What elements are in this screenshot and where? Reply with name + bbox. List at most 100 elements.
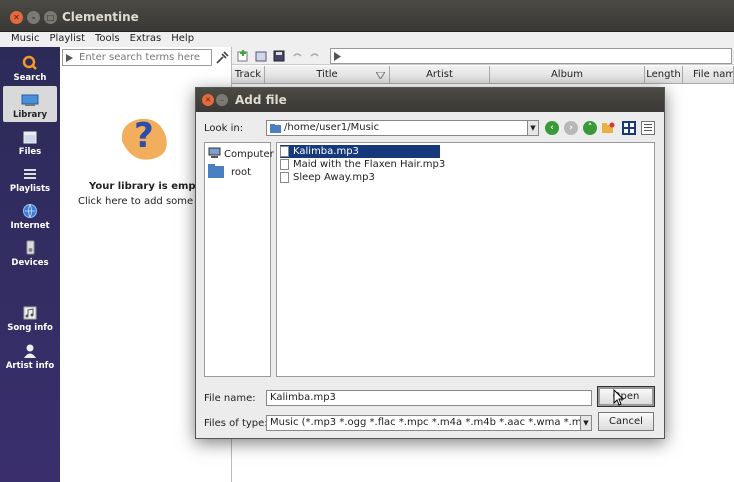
menu-bar: Music Playlist Tools Extras Help [0,32,734,46]
column-length[interactable]: Length [645,66,683,83]
look-in-label: Look in: [204,123,244,134]
globe-icon [21,203,39,219]
cancel-button[interactable]: Cancel [598,412,654,431]
detail-view-icon[interactable] [641,121,655,135]
library-search-input[interactable]: Enter search terms here [62,49,212,66]
sidebar-item-label: Artist info [5,361,55,371]
redo-icon[interactable] [308,49,322,63]
files-of-type-value: Music (*.mp3 *.ogg *.flac *.mpc *.m4a *.… [270,417,592,428]
sidebar-item-playlists[interactable]: Playlists [3,160,57,196]
add-file-dialog: ✕ – Add file Look in: /home/user1/Music … [195,87,665,439]
file-icon [280,159,289,170]
playlists-icon [21,166,39,182]
maximize-window-icon[interactable]: □ [44,11,57,24]
chevron-down-icon: ▼ [580,416,591,430]
sidebar-item-devices[interactable]: Devices [3,234,57,270]
new-playlist-icon[interactable] [236,49,250,63]
playlist-filter-input[interactable] [330,48,732,64]
save-playlist-icon[interactable] [272,49,286,63]
dialog-title: Add file [235,93,287,107]
file-label: Sleep Away.mp3 [293,172,375,183]
artist-info-icon [21,343,39,359]
menu-music[interactable]: Music [6,32,44,46]
file-item-maid-with-the-flaxen-hair[interactable]: Maid with the Flaxen Hair.mp3 [280,158,449,171]
files-icon [21,129,39,145]
column-track[interactable]: Track [232,66,265,83]
place-label: root [231,167,252,178]
sidebar-item-label: Search [13,73,47,83]
dialog-minimize-icon[interactable]: – [216,94,228,106]
load-playlist-icon[interactable] [254,49,268,63]
column-album[interactable]: Album [490,66,645,83]
cancel-button-label: Cancel [609,416,643,427]
file-icon [280,146,289,157]
place-computer[interactable]: Computer [208,147,274,162]
song-info-icon [21,305,39,321]
menu-tools[interactable]: Tools [90,32,125,46]
minimize-window-icon[interactable]: – [27,11,40,24]
place-label: Computer [224,149,274,160]
chevron-down-icon: ▼ [527,121,538,135]
look-in-combo[interactable]: /home/user1/Music ▼ [266,120,539,136]
file-name-input[interactable]: Kalimba.mp3 [266,390,592,406]
sidebar-item-internet[interactable]: Internet [3,197,57,233]
sidebar-item-label: Library [12,110,48,120]
sidebar-item-label: Files [18,147,42,157]
library-empty-title: Your library is empty [89,181,207,192]
mouse-cursor-icon [613,388,625,409]
search-field-icon [65,53,75,63]
library-empty-link[interactable]: Click here to add some mu [78,196,212,207]
sidebar: Search Library Files Playlists Internet [0,47,60,482]
menu-extras[interactable]: Extras [125,32,167,46]
forward-icon[interactable]: › [564,121,578,135]
column-artist[interactable]: Artist [390,66,490,83]
sidebar-item-files[interactable]: Files [3,123,57,159]
look-in-value: /home/user1/Music [284,122,380,133]
file-list: Kalimba.mp3 Maid with the Flaxen Hair.mp… [276,142,655,377]
sidebar-item-label: Internet [10,221,50,231]
devices-icon [21,240,39,256]
back-icon[interactable]: ‹ [545,121,559,135]
library-config-button[interactable] [213,49,230,66]
question-mark-icon: ? [116,111,176,166]
sidebar-item-artist-info[interactable]: Artist info [3,337,57,373]
files-of-type-select[interactable]: Music (*.mp3 *.ogg *.flac *.mpc *.m4a *.… [266,415,592,431]
svg-text:?: ? [134,116,154,156]
library-icon [21,92,39,108]
computer-icon [208,147,221,162]
places-sidebar: Computer root [204,142,274,377]
new-folder-icon[interactable] [601,121,615,135]
sidebar-item-search[interactable]: Search [3,49,57,85]
sidebar-item-song-info[interactable]: Song info [3,299,57,335]
folder-icon [208,164,224,181]
menu-help[interactable]: Help [166,32,199,46]
place-root[interactable]: root [208,164,251,181]
file-icon [280,172,289,183]
dialog-title-bar: ✕ – Add file [196,88,664,112]
column-filename[interactable]: File nam [683,66,734,83]
sidebar-item-label: Playlists [9,184,51,194]
sidebar-item-label: Devices [11,258,49,268]
files-of-type-label: Files of type: [204,418,268,429]
menu-playlist[interactable]: Playlist [44,32,90,46]
close-window-icon[interactable]: ✕ [10,11,23,24]
file-item-sleep-away[interactable]: Sleep Away.mp3 [280,171,379,184]
column-title[interactable]: Title [265,66,390,83]
app-title: Clementine [62,10,139,24]
title-bar: ✕ – □ Clementine [0,0,734,32]
parent-folder-icon[interactable]: ˄ [583,121,597,135]
playlist-toolbar [232,47,734,65]
undo-icon[interactable] [290,49,304,63]
list-view-icon[interactable] [622,121,636,135]
sidebar-item-library[interactable]: Library [3,86,57,122]
file-item-kalimba[interactable]: Kalimba.mp3 [280,145,440,158]
sort-indicator-icon [375,71,386,82]
file-label: Kalimba.mp3 [293,146,359,157]
playlist-column-headers: Track Title Artist Album Length File nam [232,66,734,84]
open-button[interactable]: Open [597,386,655,407]
file-label: Maid with the Flaxen Hair.mp3 [293,159,446,170]
sidebar-item-label: Song info [7,323,53,333]
dialog-close-icon[interactable]: ✕ [202,94,214,106]
search-icon [21,55,39,71]
file-name-label: File name: [204,393,256,404]
